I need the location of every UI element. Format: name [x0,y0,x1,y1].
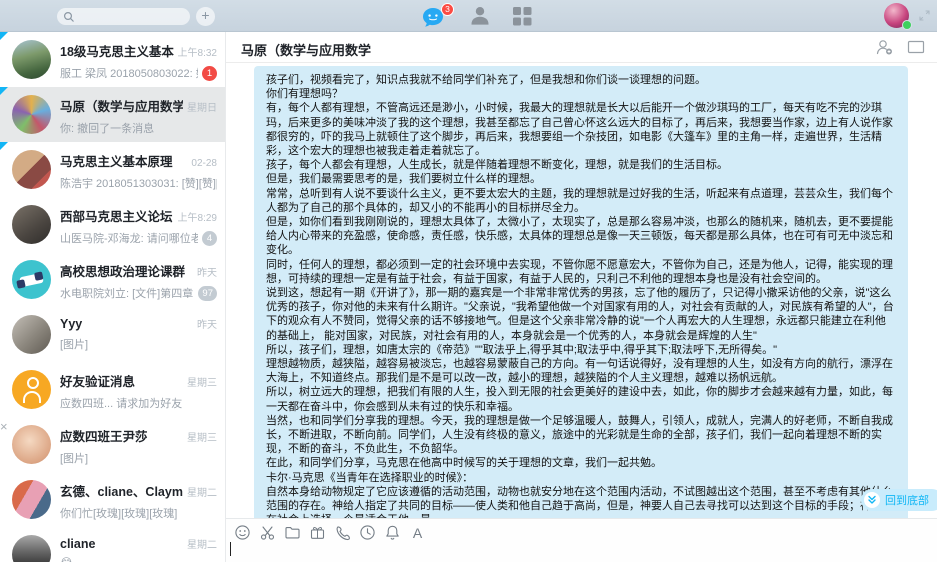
conversation-list: 18级马克思主义基本原上午8:32 服工 梁凤 2018050803022: 好… [0,32,225,562]
emoji-icon[interactable] [234,524,251,541]
phone-icon[interactable] [334,524,351,541]
chat-pane: 马原（数学与应用数学 孩子们，视频看完了，知识点我就不给同学们补充了，但是我想和… [225,32,937,562]
chat-time: 星期二 [187,536,217,551]
chat-list-item[interactable]: 西部马克思主义论坛上午8:29 山医马院-邓海龙: 请问哪位老师有... 4 [0,197,225,252]
muted-unread-badge: 97 [198,286,217,301]
friend-avatar [12,315,51,354]
online-status-dot [902,20,912,30]
close-icon[interactable]: × [0,419,8,434]
message-input-area[interactable]: A [226,518,937,562]
message-list[interactable]: 孩子们，视频看完了，知识点我就不给同学们补充了，但是我想和你们谈一谈理想的问题。… [226,63,937,518]
tab-messages[interactable]: 3 [421,6,449,30]
back-to-bottom-button[interactable]: 回到底部 [861,489,937,511]
chat-list-item[interactable]: 高校思想政治理论课群昨天 水电职院刘立: [文件]第四章 社会... 97 [0,252,225,307]
person-add-icon[interactable] [875,38,894,56]
friend-avatar [12,425,51,464]
chat-subtitle: 😂 [60,556,217,562]
chat-subtitle: 应数四班... 请求加为好友 [60,395,217,411]
person-icon [12,370,51,409]
chat-list-item-selected[interactable]: 马原（数学与应用数学星期日 你: 撤回了一条消息 [0,87,225,142]
clock-icon[interactable] [359,524,376,541]
group-avatar [12,480,51,519]
chat-title: Yyy [60,317,193,331]
group-avatar [12,150,51,189]
group-avatar [12,260,51,299]
chat-title: 西部马克思主义论坛 [60,206,174,225]
chat-list-item[interactable]: Yyy 昨天 [图片] [0,307,225,362]
input-toolbar: A [234,524,426,541]
folder-icon[interactable] [284,524,301,541]
chat-time: 星期三 [187,374,217,389]
chat-subtitle: 你: 撤回了一条消息 [60,120,217,136]
chat-header-title: 马原（数学与应用数学 [241,40,371,59]
add-button[interactable]: + [196,7,215,26]
chat-title: 应数四班王尹莎 [60,426,183,445]
search-icon [63,11,75,23]
chat-subtitle: [图片] [60,336,217,352]
chat-subtitle: 陈浩宇 2018051303031: [赞][赞][赞] [60,175,217,191]
chat-title: 马原（数学与应用数学 [60,96,183,115]
unread-badge: 1 [202,66,217,81]
tab-apps[interactable] [511,4,533,32]
chat-subtitle: 水电职院刘立: [文件]第四章 社会... [60,285,194,301]
chat-list-item[interactable]: 应数四班王尹莎星期三 [图片] [0,417,225,472]
unread-badge: 3 [441,3,454,16]
chat-subtitle: 服工 梁凤 2018050803022: 好的 [60,65,198,81]
chat-time: 上午8:32 [178,44,217,59]
chat-list-item[interactable]: 18级马克思主义基本原上午8:32 服工 梁凤 2018050803022: 好… [0,32,225,87]
group-avatar [12,205,51,244]
chat-header: 马原（数学与应用数学 [226,32,937,63]
gift-icon[interactable] [309,524,326,541]
chat-time: 昨天 [197,264,217,279]
chat-list-item[interactable]: cliane 星期二 😂 [0,527,225,562]
double-chevron-down-icon [867,495,877,505]
chat-time: 星期二 [187,484,217,499]
avatar[interactable] [884,3,909,28]
chat-time: 昨天 [197,316,217,331]
chat-title: 18级马克思主义基本原 [60,41,174,60]
chat-time: 上午8:29 [178,209,217,224]
chat-subtitle: [图片] [60,450,217,466]
contacts-icon [469,4,491,27]
back-to-bottom-label: 回到底部 [885,492,929,508]
group-avatar [12,40,51,79]
chat-time: 星期三 [187,429,217,444]
text-caret [230,542,231,556]
font-icon[interactable]: A [409,524,426,541]
chat-title: 玄德、cliane、Claymore [60,481,183,500]
chat-time: 02-28 [191,158,217,169]
chat-title: 好友验证消息 [60,371,183,390]
chat-title: cliane [60,537,183,551]
scissors-icon[interactable] [259,524,276,541]
friend-avatar [12,535,51,562]
pinned-corner-icon [0,32,8,40]
chat-list-item[interactable]: 玄德、cliane、Claymore 星期二 你们忙[玫瑰][玫瑰][玫瑰] [0,472,225,527]
chat-list-item[interactable]: 马克思主义基本原理 02-28 陈浩宇 2018051303031: [赞][赞]… [0,142,225,197]
resize-arrows-icon[interactable] [918,9,931,22]
chat-title: 马克思主义基本原理 [60,151,187,170]
tab-contacts[interactable] [469,4,491,32]
chat-subtitle: 山医马院-邓海龙: 请问哪位老师有... [60,230,198,246]
muted-unread-badge: 4 [202,231,217,246]
pinned-corner-icon [0,142,8,150]
chat-list-item-friend-verification[interactable]: 好友验证消息星期三 应数四班... 请求加为好友 [0,362,225,417]
message-bubble: 孩子们，视频看完了，知识点我就不给同学们补充了，但是我想和你们谈一谈理想的问题。… [254,66,908,518]
top-bar: + 3 [0,0,937,32]
chat-subtitle: 你们忙[玫瑰][玫瑰][玫瑰] [60,505,217,521]
chat-time: 星期日 [187,99,217,114]
group-avatar [12,95,51,134]
window-icon[interactable] [907,39,925,55]
main-tabs: 3 [421,4,533,32]
bell-icon[interactable] [384,524,401,541]
qq-window: + 3 [0,0,937,562]
grid-icon [511,4,533,27]
pinned-corner-icon [0,87,8,95]
chat-title: 高校思想政治理论课群 [60,261,193,280]
search-input[interactable] [57,8,190,25]
